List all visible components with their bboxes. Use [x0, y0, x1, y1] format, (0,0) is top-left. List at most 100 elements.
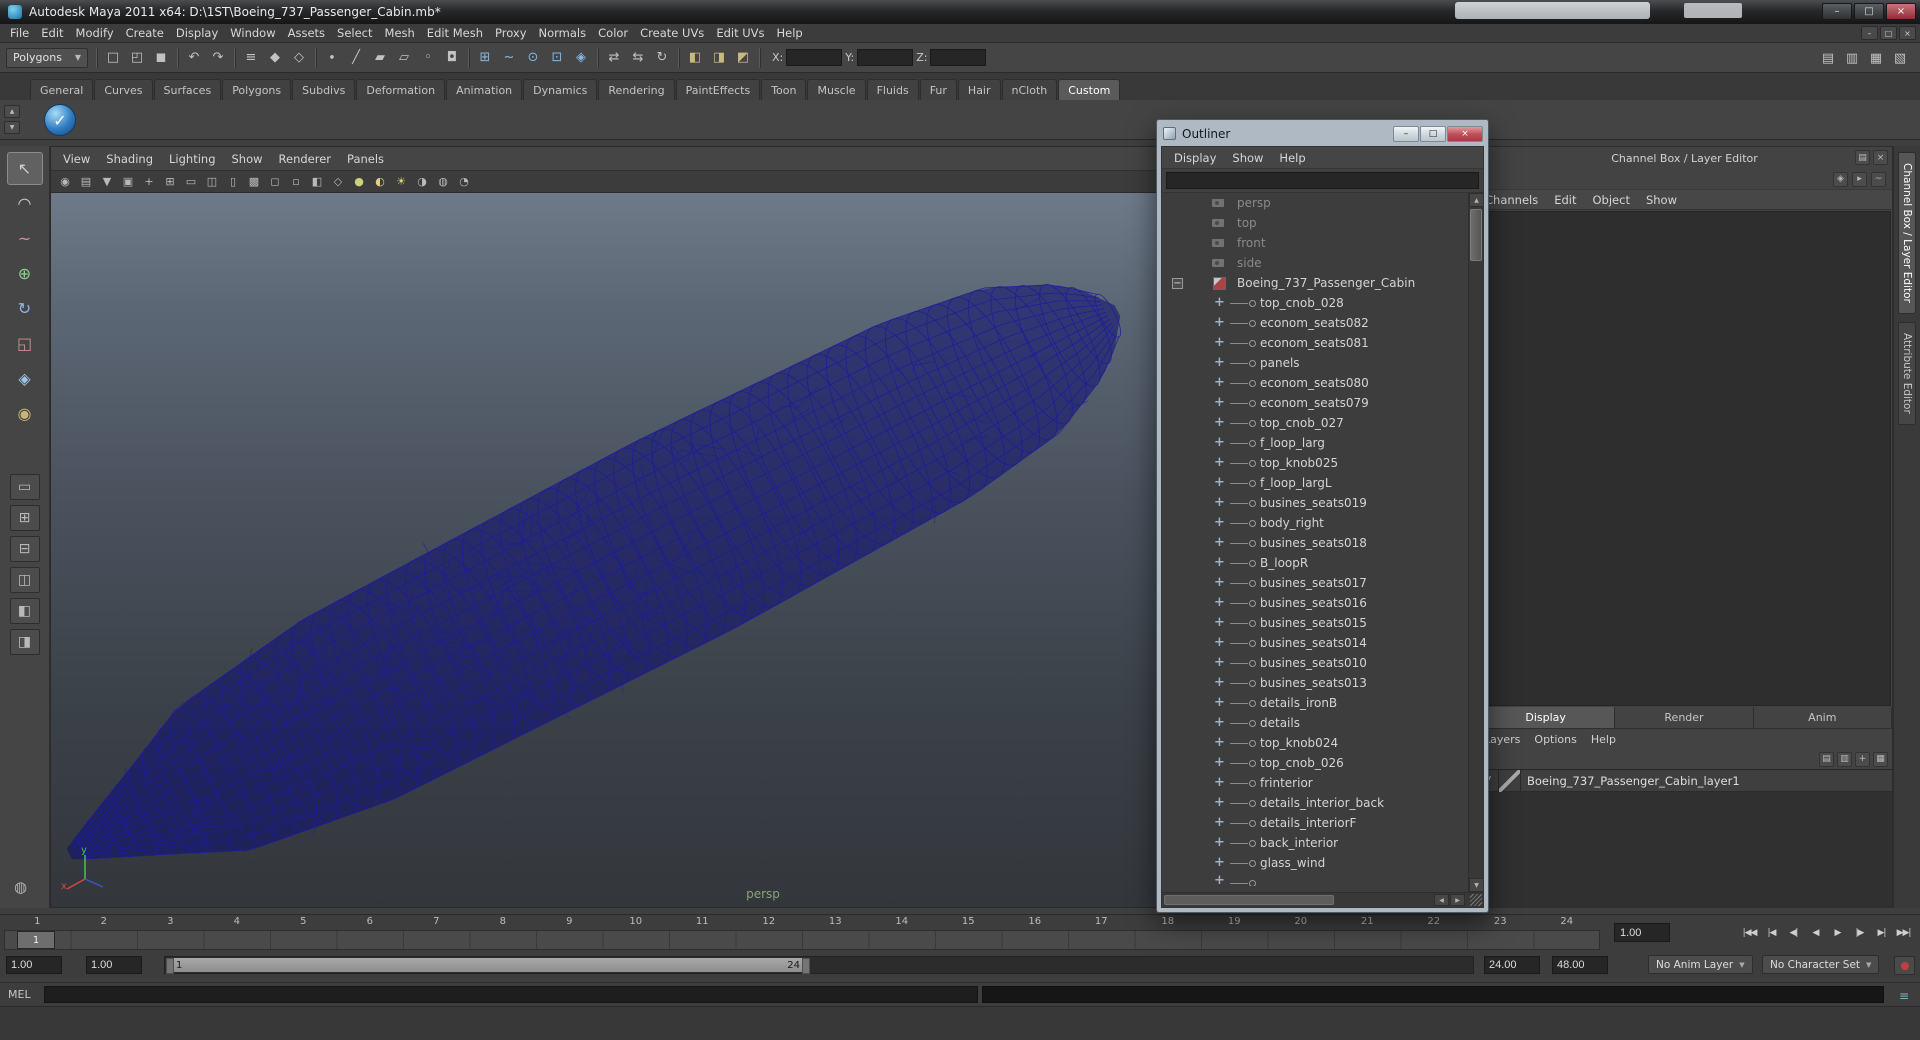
expand-toggle[interactable] — [1170, 813, 1185, 833]
expand-toggle[interactable] — [1170, 233, 1185, 253]
select-hierarchy-icon[interactable]: ≡ — [239, 46, 263, 70]
frame-tick[interactable]: 13 — [802, 916, 869, 929]
shelf-tab[interactable]: Hair — [957, 79, 1001, 100]
outliner-menu-item[interactable]: Show — [1224, 151, 1271, 165]
frame-tick[interactable]: 1 — [4, 916, 71, 929]
move-layer-down-icon[interactable]: ▥ — [1837, 751, 1852, 767]
expand-toggle[interactable] — [1170, 753, 1185, 773]
playback-start-field[interactable] — [86, 956, 142, 974]
time-slider[interactable]: 1 — [4, 930, 1600, 950]
go-to-start-button[interactable]: |◀◀ — [1739, 922, 1760, 944]
shelf-tab[interactable]: Fluids — [866, 79, 919, 100]
menu-item[interactable]: Edit — [35, 26, 69, 40]
panel-menu-item[interactable]: Renderer — [271, 152, 340, 166]
y-input[interactable] — [857, 49, 914, 66]
outliner-maximize-button[interactable]: □ — [1420, 125, 1446, 142]
safe-title-icon[interactable]: ▫ — [286, 173, 306, 191]
outliner-row[interactable]: panels — [1162, 353, 1468, 373]
outliner-filter-input[interactable] — [1166, 172, 1479, 189]
render-icon[interactable]: ◧ — [683, 46, 707, 70]
frame-tick[interactable]: 22 — [1401, 916, 1468, 929]
outliner-row[interactable]: busines_seats017 — [1162, 573, 1468, 593]
make-live-icon[interactable]: ◈ — [569, 46, 593, 70]
expand-toggle[interactable] — [1170, 573, 1185, 593]
frame-tick[interactable]: 5 — [270, 916, 337, 929]
outliner-horizontal-scrollbar[interactable]: ◀ ▶ — [1162, 892, 1483, 907]
expand-toggle[interactable] — [1170, 493, 1185, 513]
outliner-row[interactable]: back_interior — [1162, 833, 1468, 853]
window-titlebar[interactable]: Autodesk Maya 2011 x64: D:\1ST\Boeing_73… — [0, 0, 1920, 24]
expand-toggle[interactable] — [1170, 513, 1185, 533]
undo-icon[interactable]: ↶ — [182, 46, 206, 70]
render-settings-icon[interactable]: ◩ — [731, 46, 755, 70]
menu-item[interactable]: Normals — [533, 26, 593, 40]
mask-deformations-icon[interactable]: ▱ — [392, 46, 416, 70]
open-scene-icon[interactable]: ◰ — [125, 46, 149, 70]
scrollbar-thumb[interactable] — [1470, 209, 1482, 261]
frame-tick[interactable]: 2 — [71, 916, 138, 929]
textured-mode-icon[interactable]: ◐ — [370, 173, 390, 191]
window-maximize-button[interactable]: □ — [1854, 3, 1884, 20]
menu-item[interactable]: Create — [120, 26, 170, 40]
x-input[interactable] — [786, 49, 843, 66]
frame-tick[interactable]: 14 — [869, 916, 936, 929]
menuset-dropdown[interactable]: Polygons ▼ — [6, 47, 88, 68]
panel-menu-item[interactable]: Lighting — [161, 152, 223, 166]
outliner-row[interactable]: busines_seats016 — [1162, 593, 1468, 613]
outliner-row[interactable]: glass_wind — [1162, 853, 1468, 873]
mask-dynamics-icon[interactable]: ◦ — [416, 46, 440, 70]
select-tool[interactable]: ↖ — [6, 152, 43, 185]
expand-toggle[interactable] — [1170, 713, 1185, 733]
outliner-vertical-scrollbar[interactable]: ▲ ▼ — [1468, 193, 1483, 892]
frame-tick[interactable]: 23 — [1467, 916, 1534, 929]
panel-menu-item[interactable]: Shading — [98, 152, 161, 166]
layer-editor-tab[interactable]: Render — [1615, 707, 1754, 728]
outliner-row[interactable]: details_interiorF — [1162, 813, 1468, 833]
outliner-row[interactable]: top — [1162, 213, 1468, 233]
menu-item[interactable]: File — [4, 26, 35, 40]
expand-toggle[interactable] — [1170, 853, 1185, 873]
menu-item[interactable]: Edit Mesh — [421, 26, 489, 40]
frame-tick[interactable]: 16 — [1002, 916, 1069, 929]
expand-toggle[interactable] — [1170, 293, 1185, 313]
outliner-row[interactable]: − Boeing_737_Passenger_Cabin — [1162, 273, 1468, 293]
move-layer-up-icon[interactable]: ▤ — [1819, 751, 1834, 767]
menu-item[interactable]: Modify — [70, 26, 120, 40]
expand-toggle[interactable] — [1170, 253, 1185, 273]
outliner-row[interactable]: frinterior — [1162, 773, 1468, 793]
shadows-icon[interactable]: ◑ — [412, 173, 432, 191]
layer-editor-tab[interactable]: Display — [1477, 707, 1616, 728]
expand-toggle[interactable] — [1170, 213, 1185, 233]
expand-toggle[interactable] — [1170, 613, 1185, 633]
frame-tick[interactable]: 10 — [603, 916, 670, 929]
outliner-row[interactable]: econom_seats080 — [1162, 373, 1468, 393]
outliner-row[interactable]: top_cnob_028 — [1162, 293, 1468, 313]
playback-range[interactable]: 1 24 — [166, 958, 810, 974]
field-chart-icon[interactable]: ▩ — [244, 173, 264, 191]
shaded-mode-icon[interactable]: ● — [349, 173, 369, 191]
snap-point-icon[interactable]: ⊙ — [521, 46, 545, 70]
frame-tick[interactable]: 24 — [1534, 916, 1601, 929]
mask-points-icon[interactable]: ∙ — [320, 46, 344, 70]
shelf-tab[interactable]: Rendering — [598, 79, 675, 100]
menu-item[interactable]: Display — [170, 26, 224, 40]
expand-toggle[interactable] — [1170, 793, 1185, 813]
outliner-row[interactable]: persp — [1162, 193, 1468, 213]
show-grid-toggle-icon[interactable]: ▤ — [1816, 46, 1840, 70]
expand-toggle[interactable] — [1170, 453, 1185, 473]
scroll-right-icon[interactable]: ▶ — [1450, 894, 1465, 906]
outliner-titlebar[interactable]: Outliner – □ × — [1163, 123, 1483, 144]
expand-toggle[interactable] — [1170, 733, 1185, 753]
output-connections-icon[interactable]: ⇆ — [626, 46, 650, 70]
layer-editor-menu-item[interactable]: Help — [1584, 733, 1623, 746]
outliner-row[interactable]: details_interior_back — [1162, 793, 1468, 813]
z-input[interactable] — [930, 49, 987, 66]
redo-icon[interactable]: ↷ — [206, 46, 230, 70]
side-panel-tab[interactable]: Attribute Editor — [1898, 321, 1916, 425]
outliner-row[interactable]: side — [1162, 253, 1468, 273]
expand-toggle[interactable] — [1170, 413, 1185, 433]
menu-item[interactable]: Select — [331, 26, 378, 40]
current-frame-marker[interactable]: 1 — [17, 931, 55, 949]
paint-selection-tool[interactable]: ~ — [7, 222, 43, 255]
shelf-tab[interactable]: Toon — [761, 79, 807, 100]
